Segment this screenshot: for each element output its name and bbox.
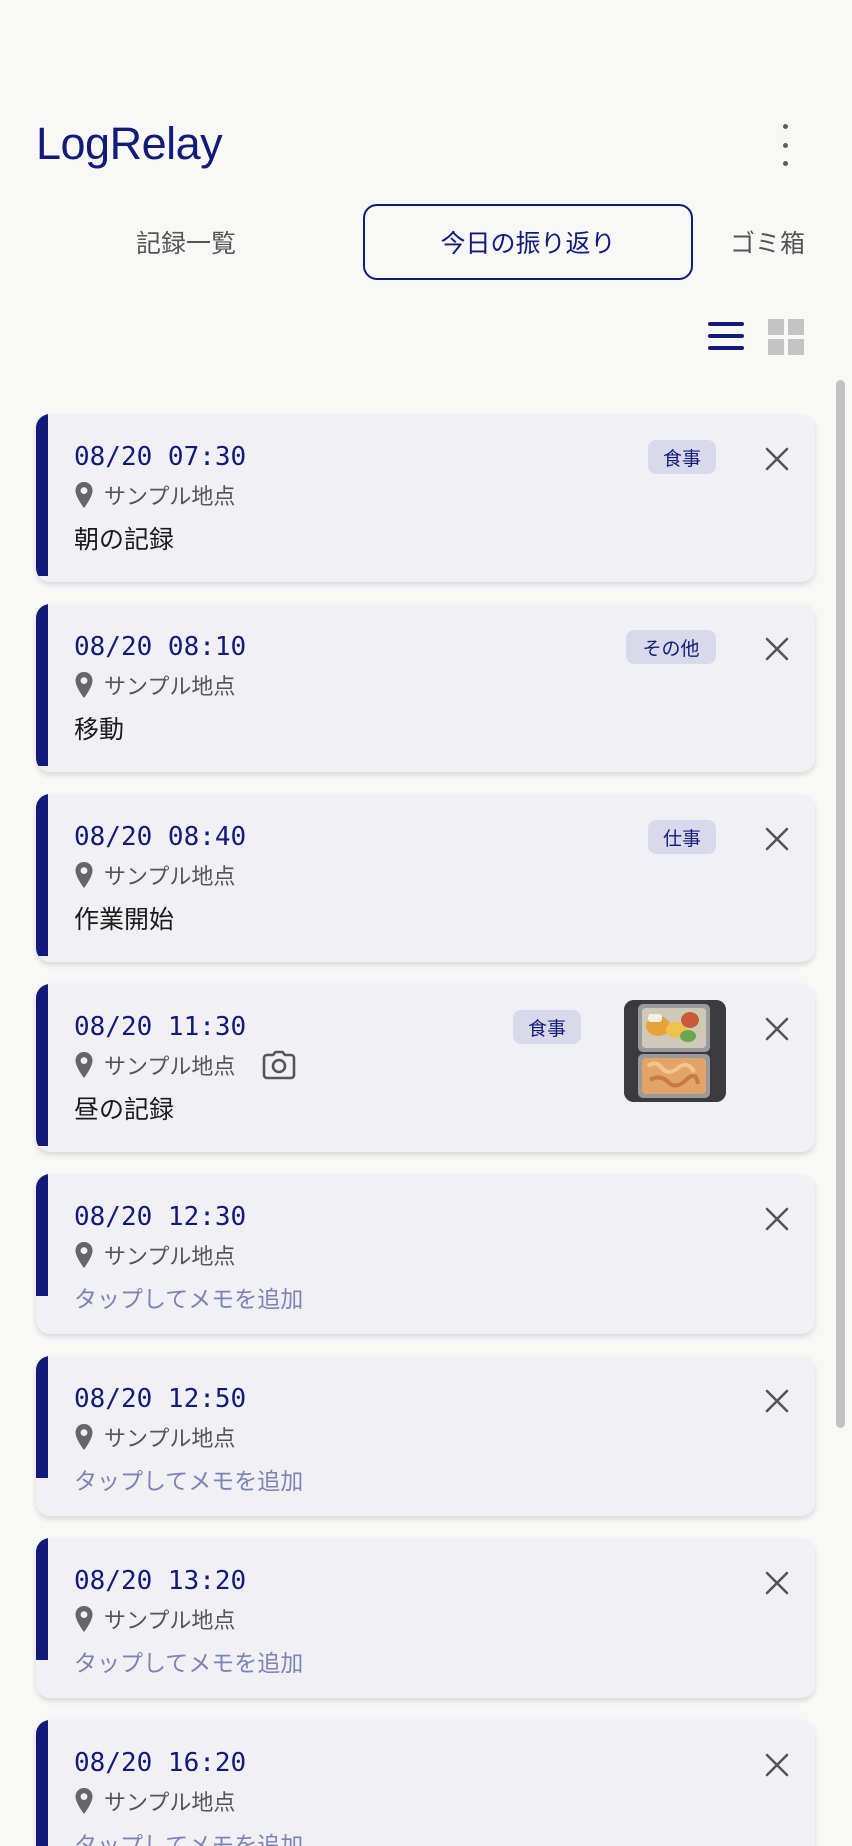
location-pin-icon	[75, 1052, 93, 1078]
tab-trash[interactable]: ゴミ箱	[716, 204, 852, 280]
entry-time: 08/20 13:20	[74, 1566, 247, 1596]
entry-accent-bar	[36, 1538, 48, 1660]
entry-memo: 移動	[74, 715, 125, 744]
entry-accent-bar	[36, 1174, 48, 1296]
entry-location-label: サンプル地点	[104, 675, 236, 700]
close-icon[interactable]	[762, 1014, 792, 1044]
entry-location: サンプル地点	[74, 670, 235, 700]
entry-location: サンプル地点	[74, 860, 235, 890]
tab-today-review[interactable]: 今日の振り返り	[363, 204, 693, 280]
close-icon[interactable]	[762, 824, 792, 854]
entry-memo: 昼の記録	[74, 1095, 175, 1124]
entry-accent-bar	[36, 1356, 48, 1478]
entry-time: 08/20 16:20	[74, 1748, 247, 1778]
entry-location-label: サンプル地点	[104, 485, 236, 510]
entry-location: サンプル地点	[74, 1050, 235, 1080]
photo-thumbnail[interactable]	[624, 1000, 726, 1102]
close-icon[interactable]	[762, 1204, 792, 1234]
entry-location: サンプル地点	[74, 1240, 235, 1270]
entry-location: サンプル地点	[74, 1604, 235, 1634]
entry-accent-bar	[36, 1720, 48, 1846]
list-view-icon[interactable]	[708, 322, 744, 350]
entry-accent-bar	[36, 604, 48, 766]
entry-card[interactable]: 08/20 08:10 サンプル地点 移動 その他	[36, 604, 815, 772]
entry-time: 08/20 12:50	[74, 1384, 247, 1414]
entry-card[interactable]: 08/20 08:40 サンプル地点 作業開始 仕事	[36, 794, 815, 962]
entry-location: サンプル地点	[74, 1786, 235, 1816]
entry-time: 08/20 07:30	[74, 442, 247, 472]
entry-time: 08/20 12:30	[74, 1202, 247, 1232]
add-memo-placeholder[interactable]: タップしてメモを追加	[74, 1462, 303, 1496]
location-pin-icon	[75, 1242, 93, 1268]
location-pin-icon	[75, 1788, 93, 1814]
close-icon[interactable]	[762, 1750, 792, 1780]
tag-badge: その他	[626, 630, 716, 664]
camera-icon	[262, 1050, 296, 1080]
grid-view-icon[interactable]	[768, 319, 804, 355]
tag-badge: 食事	[648, 440, 716, 474]
entry-time: 08/20 08:40	[74, 822, 247, 852]
entry-accent-bar	[36, 794, 48, 956]
entry-card[interactable]: 08/20 12:50 サンプル地点 タップしてメモを追加	[36, 1356, 815, 1516]
entry-memo: 作業開始	[74, 905, 175, 934]
close-icon[interactable]	[762, 634, 792, 664]
scrollbar[interactable]	[836, 380, 845, 1428]
entry-time: 08/20 11:30	[74, 1012, 247, 1042]
location-pin-icon	[75, 862, 93, 888]
add-memo-placeholder[interactable]: タップしてメモを追加	[74, 1280, 303, 1314]
entry-location-label: サンプル地点	[104, 1609, 236, 1634]
location-pin-icon	[75, 672, 93, 698]
location-pin-icon	[75, 482, 93, 508]
close-icon[interactable]	[762, 444, 792, 474]
app-title: LogRelay	[36, 118, 223, 169]
add-memo-placeholder[interactable]: タップしてメモを追加	[74, 1826, 303, 1846]
location-pin-icon	[75, 1606, 93, 1632]
location-pin-icon	[75, 1424, 93, 1450]
entry-location: サンプル地点	[74, 480, 235, 510]
tag-badge: 食事	[513, 1010, 581, 1044]
entry-accent-bar	[36, 984, 48, 1146]
entry-card[interactable]: 08/20 16:20 サンプル地点 タップしてメモを追加	[36, 1720, 815, 1846]
entry-time: 08/20 08:10	[74, 632, 247, 662]
entry-location-label: サンプル地点	[104, 1427, 236, 1452]
entry-location: サンプル地点	[74, 1422, 235, 1452]
entry-card[interactable]: 08/20 07:30 サンプル地点 朝の記録 食事	[36, 414, 815, 582]
tab-records[interactable]: 記録一覧	[48, 204, 324, 280]
entry-card[interactable]: 08/20 12:30 サンプル地点 タップしてメモを追加	[36, 1174, 815, 1334]
entry-accent-bar	[36, 414, 48, 576]
more-vert-icon[interactable]	[770, 124, 800, 166]
entry-card[interactable]: 08/20 11:30 サンプル地点 昼の記録 食事	[36, 984, 815, 1152]
tag-badge: 仕事	[648, 820, 716, 854]
entry-memo: 朝の記録	[74, 525, 175, 554]
entry-location-label: サンプル地点	[104, 1245, 236, 1270]
entry-location-label: サンプル地点	[104, 1791, 236, 1816]
close-icon[interactable]	[762, 1386, 792, 1416]
entry-location-label: サンプル地点	[104, 865, 236, 890]
add-memo-placeholder[interactable]: タップしてメモを追加	[74, 1644, 303, 1678]
entry-card[interactable]: 08/20 13:20 サンプル地点 タップしてメモを追加	[36, 1538, 815, 1698]
close-icon[interactable]	[762, 1568, 792, 1598]
entry-location-label: サンプル地点	[104, 1055, 236, 1080]
